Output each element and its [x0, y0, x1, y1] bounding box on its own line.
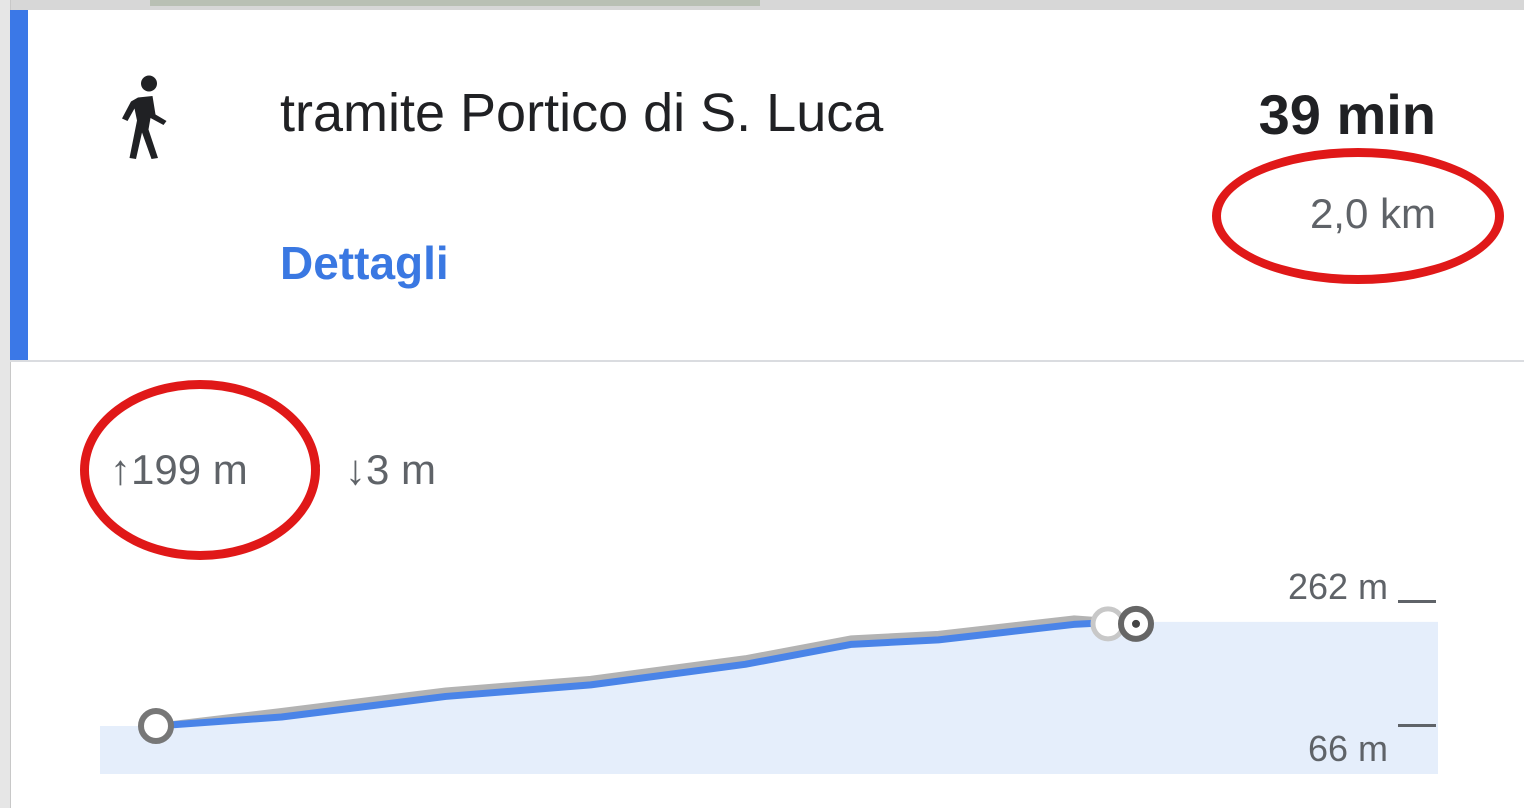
ascent-highlight-circle: [80, 380, 320, 560]
elevation-area: [100, 621, 1438, 774]
min-elevation-label: 66 m: [1307, 728, 1388, 769]
max-elevation-label: 262 m: [1287, 566, 1388, 607]
max-elevation-tick: [1398, 600, 1436, 603]
distance-highlight-circle: [1212, 148, 1504, 284]
start-marker: [138, 708, 174, 744]
destination-marker-dot: [1132, 619, 1140, 628]
min-elevation-tick: [1398, 724, 1436, 727]
route-panel: tramite Portico di S. Luca 39 min 2,0 km…: [0, 0, 1524, 808]
